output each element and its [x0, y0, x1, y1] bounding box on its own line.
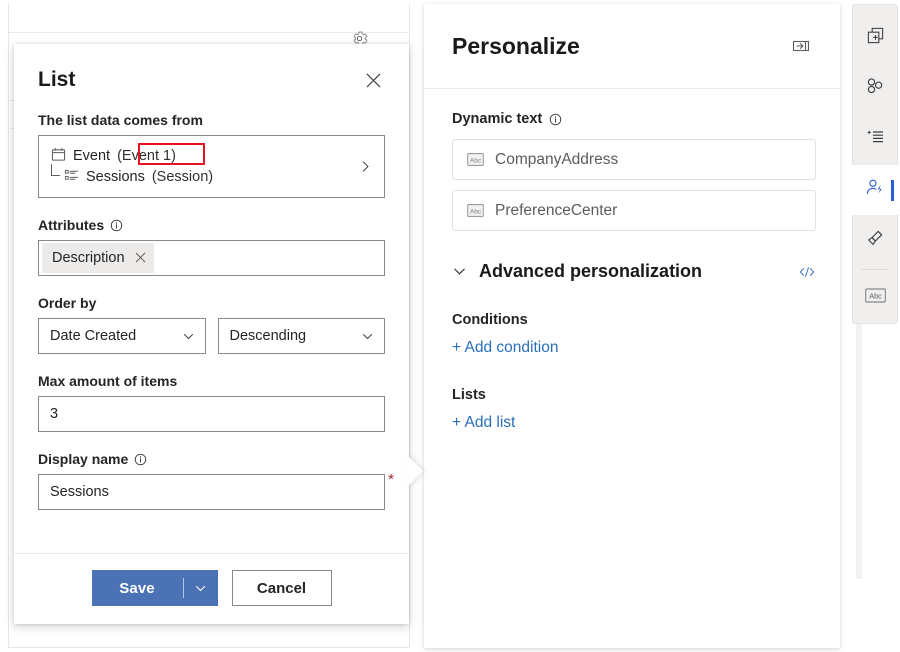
abc-text-icon: Abc — [467, 153, 484, 166]
rail-item-templates[interactable] — [852, 114, 898, 165]
dynamic-text-token[interactable]: Abc CompanyAddress — [452, 139, 816, 180]
attributes-tag-field[interactable]: Description — [38, 240, 385, 276]
close-icon[interactable] — [135, 252, 146, 265]
order-by-row: Date Created Descending — [38, 318, 385, 354]
dynamic-text-label: Dynamic text — [452, 111, 816, 127]
add-list-link[interactable]: + Add list — [452, 414, 515, 432]
order-by-field-dropdown[interactable]: Date Created — [38, 318, 206, 354]
dialog-title: List — [38, 68, 75, 92]
dynamic-text-token-label: PreferenceCenter — [495, 202, 617, 220]
source-child-name: Sessions — [86, 169, 145, 185]
dynamic-text-label-text: Dynamic text — [452, 111, 542, 127]
display-name-wrap: * — [38, 474, 385, 510]
display-name-label-text: Display name — [38, 451, 128, 467]
order-by-label: Order by — [38, 295, 385, 311]
chevron-down-icon[interactable] — [452, 264, 467, 279]
cancel-button[interactable]: Cancel — [232, 570, 332, 606]
brush-styles-icon — [865, 228, 885, 253]
svg-text:Abc: Abc — [869, 291, 882, 300]
save-button[interactable]: Save — [92, 570, 218, 606]
svg-text:Abc: Abc — [470, 208, 482, 215]
chevron-right-icon[interactable] — [359, 160, 376, 173]
conditions-label: Conditions — [452, 312, 816, 328]
rail-item-text[interactable]: Abc — [852, 272, 898, 323]
info-icon[interactable] — [548, 112, 562, 126]
code-edit-icon[interactable] — [798, 265, 816, 279]
attributes-label-text: Attributes — [38, 217, 104, 233]
dialog-header: List — [14, 44, 409, 102]
max-items-label: Max amount of items — [38, 373, 385, 389]
close-icon[interactable] — [357, 64, 389, 96]
chevron-down-icon[interactable] — [184, 570, 218, 606]
advanced-personalization-accordion[interactable]: Advanced personalization — [452, 261, 816, 282]
dialog-footer: Save Cancel — [14, 553, 409, 624]
info-icon[interactable] — [133, 452, 147, 466]
display-name-input[interactable] — [38, 474, 385, 510]
source-parent-row: Event (Event 1) — [51, 147, 359, 166]
rail-item-add-element[interactable] — [852, 13, 898, 64]
source-parent-name: Event — [73, 148, 110, 164]
chevron-down-icon — [182, 330, 195, 343]
rail-item-personalize[interactable] — [852, 165, 898, 216]
chevron-down-icon — [361, 330, 374, 343]
source-child-qualifier: (Session) — [152, 169, 213, 185]
rail-item-styles[interactable] — [852, 215, 898, 266]
source-label: The list data comes from — [38, 112, 385, 128]
order-by-direction-dropdown[interactable]: Descending — [218, 318, 386, 354]
accordion-left: Advanced personalization — [452, 261, 702, 282]
max-items-input[interactable] — [38, 396, 385, 432]
rail-divider — [861, 269, 889, 270]
personalize-header: Personalize — [424, 4, 840, 89]
personalize-body: Dynamic text Abc CompanyAddress — [424, 89, 840, 648]
add-element-icon — [866, 26, 885, 50]
info-icon[interactable] — [109, 218, 123, 232]
components-icon — [865, 76, 885, 101]
tool-rail: Abc — [852, 4, 898, 324]
source-parent-qualifier: (Event 1) — [117, 148, 176, 164]
panel-expand-icon[interactable] — [786, 31, 816, 61]
lists-label: Lists — [452, 387, 816, 403]
attribute-tag-label: Description — [52, 250, 125, 266]
order-by-field-value: Date Created — [50, 328, 136, 344]
templates-icon — [865, 127, 885, 152]
save-button-label: Save — [92, 570, 183, 606]
attributes-label: Attributes — [38, 217, 385, 233]
data-source-picker[interactable]: Event (Event 1) Sessions — [38, 135, 385, 198]
personalize-icon — [865, 177, 886, 203]
dialog-body: The list data comes from Event (Event 1) — [14, 102, 409, 553]
dynamic-text-token[interactable]: Abc PreferenceCenter — [452, 190, 816, 231]
abc-text-icon: Abc — [865, 288, 886, 308]
personalize-panel: Personalize Dynamic text — [424, 4, 840, 648]
required-marker: * — [388, 472, 394, 487]
display-name-label: Display name — [38, 451, 385, 467]
rail-item-components[interactable] — [852, 64, 898, 115]
order-by-direction-value: Descending — [230, 328, 307, 344]
svg-text:Abc: Abc — [470, 157, 482, 164]
tree-connector — [51, 164, 60, 176]
list-icon — [64, 168, 79, 187]
source-lines: Event (Event 1) Sessions — [51, 147, 359, 187]
source-child-row: Sessions (Session) — [51, 168, 359, 187]
advanced-personalization-title: Advanced personalization — [479, 261, 702, 282]
page-title: Personalize — [452, 33, 580, 60]
attribute-tag: Description — [42, 243, 154, 273]
app-root: List The list data comes from — [0, 0, 900, 652]
add-condition-link[interactable]: + Add condition — [452, 339, 558, 357]
callout-pointer — [407, 455, 423, 487]
abc-text-icon: Abc — [467, 204, 484, 217]
dynamic-text-token-label: CompanyAddress — [495, 151, 618, 169]
list-dialog: List The list data comes from — [14, 44, 409, 624]
